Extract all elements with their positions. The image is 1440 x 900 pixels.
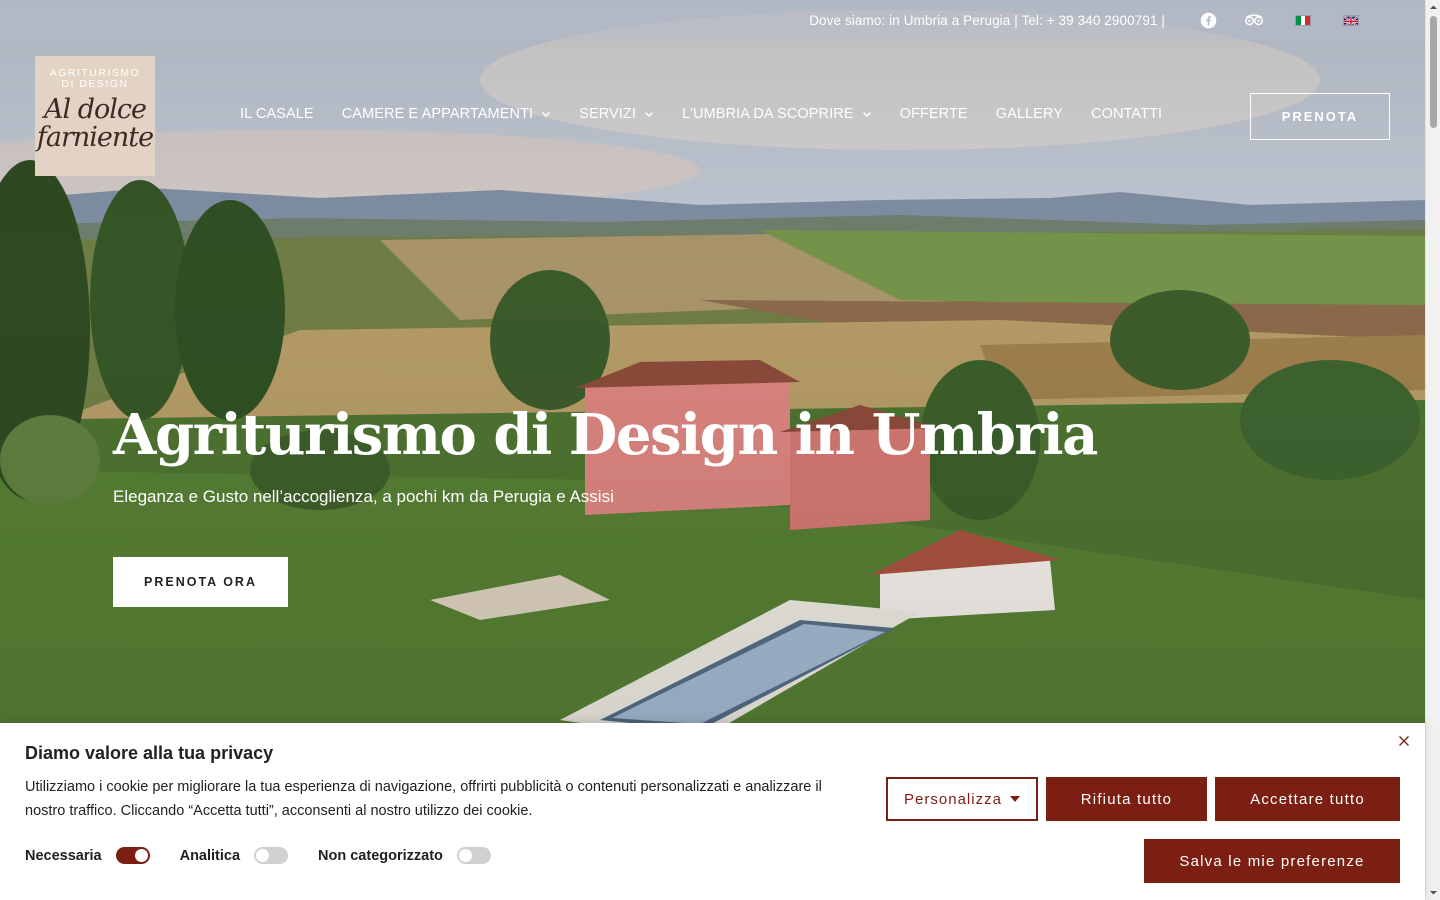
logo-line-2: DI DESIGN xyxy=(61,78,129,90)
nav-label: SERVIZI xyxy=(579,106,637,122)
top-info-bar: Dove siamo: in Umbria a Perugia | Tel: +… xyxy=(0,0,1425,40)
hero-title: Agriturismo di Design in Umbria xyxy=(113,402,1098,468)
toggle-label-non-categorizzato: Non categorizzato xyxy=(318,847,443,864)
scrollbar-thumb[interactable] xyxy=(1430,16,1437,128)
analitica-toggle[interactable] xyxy=(254,847,289,864)
logo-script-2: farniente xyxy=(36,122,154,153)
contact-info: Dove siamo: in Umbria a Perugia | Tel: +… xyxy=(809,12,1165,28)
accept-all-button[interactable]: Accettare tutto xyxy=(1215,777,1400,821)
nav-label: GALLERY xyxy=(995,106,1064,122)
logo-script-1: Al dolce xyxy=(44,94,147,125)
page-scrollbar[interactable] xyxy=(1425,0,1440,900)
necessaria-toggle[interactable] xyxy=(115,847,150,864)
nav-item-servizi[interactable]: SERVIZI xyxy=(579,106,654,122)
toggle-knob xyxy=(134,849,148,862)
customize-button[interactable]: Personalizza xyxy=(886,777,1038,821)
italian-flag-icon[interactable] xyxy=(1295,14,1311,26)
cookie-banner: Diamo valore alla tua privacy Utilizziam… xyxy=(0,723,1425,900)
prenota-ora-button[interactable]: PRENOTA ORA xyxy=(113,557,288,607)
close-icon[interactable] xyxy=(1396,733,1412,749)
reject-all-button[interactable]: Rifiuta tutto xyxy=(1046,777,1207,821)
nav-item-umbria[interactable]: L'UMBRIA DA SCOPRIRE xyxy=(682,106,872,122)
nav-label: CAMERE E APPARTAMENTI xyxy=(341,106,534,122)
chevron-down-icon xyxy=(862,112,871,117)
toggle-label-analitica: Analitica xyxy=(179,847,241,864)
site-logo[interactable]: AGRITURISMO DI DESIGN Al dolce farniente xyxy=(35,56,155,176)
save-preferences-button[interactable]: Salva le mie preferenze xyxy=(1144,839,1400,883)
cookie-title: Diamo valore alla tua privacy xyxy=(25,743,274,763)
nav-label: L'UMBRIA DA SCOPRIRE xyxy=(682,106,854,122)
hero-subtitle: Eleganza e Gusto nell’accoglienza, a poc… xyxy=(113,487,614,506)
customize-label: Personalizza xyxy=(904,790,1002,808)
scroll-down-arrow-icon[interactable] xyxy=(1429,888,1438,897)
toggle-label-necessaria: Necessaria xyxy=(25,847,102,864)
nav-item-contatti[interactable]: CONTATTI xyxy=(1091,106,1162,122)
main-nav: IL CASALE CAMERE E APPARTAMENTI SERVIZI … xyxy=(240,106,1190,122)
non-categorizzato-toggle[interactable] xyxy=(456,847,491,864)
nav-label: IL CASALE xyxy=(240,106,314,122)
toggle-knob xyxy=(458,849,472,862)
facebook-icon[interactable] xyxy=(1199,11,1217,29)
nav-item-gallery[interactable]: GALLERY xyxy=(996,106,1063,122)
nav-item-camere[interactable]: CAMERE E APPARTAMENTI xyxy=(342,106,551,122)
nav-item-offerte[interactable]: OFFERTE xyxy=(900,106,968,122)
prenota-button[interactable]: PRENOTA xyxy=(1250,93,1390,140)
toggle-knob xyxy=(256,849,270,862)
nav-item-il-casale[interactable]: IL CASALE xyxy=(240,106,314,122)
caret-down-icon xyxy=(1009,796,1020,802)
nav-label: CONTATTI xyxy=(1091,106,1163,122)
chevron-down-icon xyxy=(645,112,654,117)
english-flag-icon[interactable] xyxy=(1343,14,1359,26)
nav-label: OFFERTE xyxy=(899,106,968,122)
chevron-down-icon xyxy=(542,112,551,117)
cookie-description: Utilizziamo i cookie per migliorare la t… xyxy=(25,779,822,819)
scroll-up-arrow-icon[interactable] xyxy=(1429,3,1438,12)
consent-toggles: Necessaria Analitica Non categorizzato xyxy=(25,847,521,864)
tripadvisor-icon[interactable] xyxy=(1245,11,1263,29)
